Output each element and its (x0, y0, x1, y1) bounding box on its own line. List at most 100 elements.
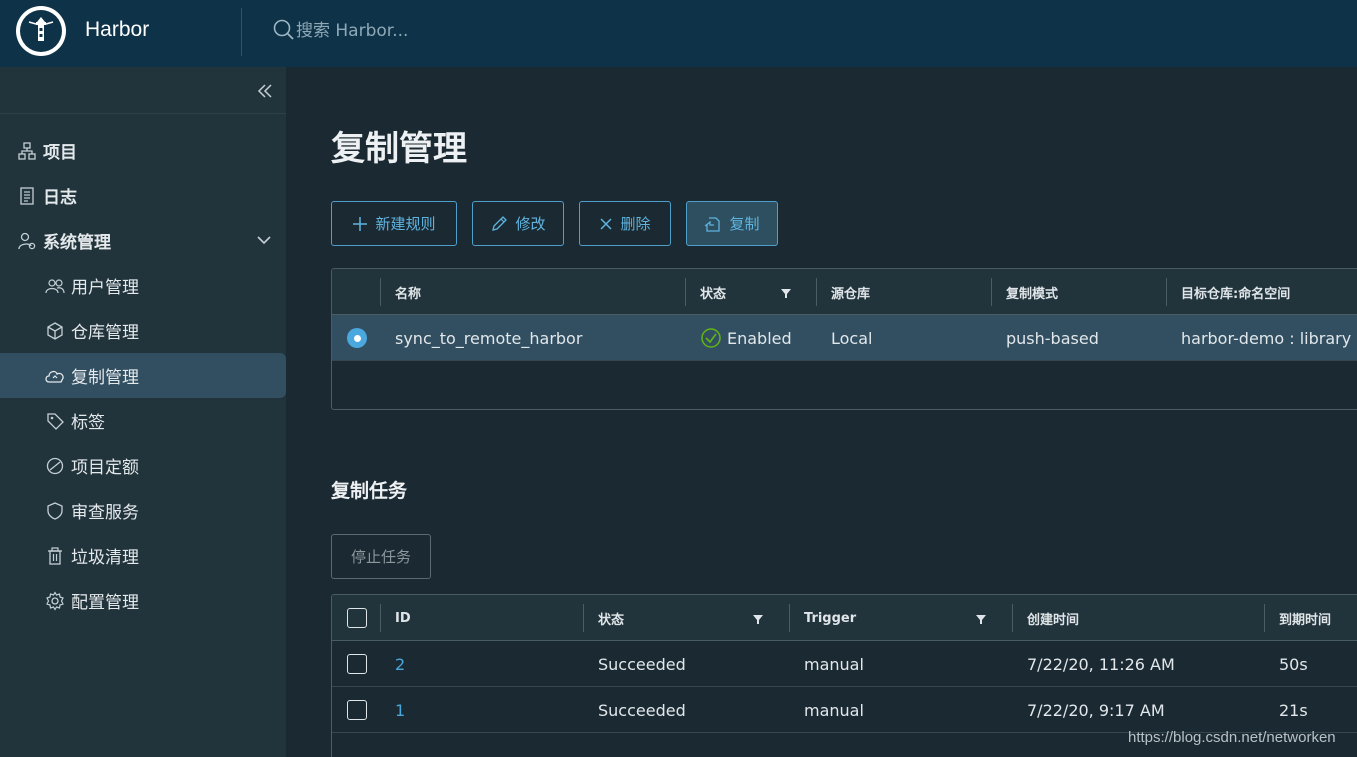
status-label: Enabled (727, 328, 792, 348)
column-header-trigger[interactable]: Trigger (804, 595, 856, 641)
rule-mode: push-based (1006, 328, 1099, 348)
harbor-logo[interactable] (16, 6, 66, 56)
column-header-target[interactable]: 目标仓库:命名空间 (1181, 269, 1290, 315)
column-header-source[interactable]: 源仓库 (831, 269, 870, 315)
replicate-label: 复制 (729, 215, 760, 233)
project-icon (16, 140, 38, 162)
edit-button[interactable]: 修改 (472, 201, 564, 246)
close-icon (600, 217, 613, 230)
column-header-created[interactable]: 创建时间 (1027, 595, 1079, 641)
sidebar-item-label: 配置管理 (71, 593, 139, 613)
filter-icon[interactable] (975, 613, 987, 625)
sidebar-item-label: 日志 (43, 188, 77, 208)
filter-icon[interactable] (752, 613, 764, 625)
tag-icon (44, 410, 66, 432)
task-created: 7/22/20, 9:17 AM (1027, 700, 1165, 720)
task-trigger: manual (804, 700, 864, 720)
sidebar-item-label: 审查服务 (71, 503, 139, 523)
task-id-link[interactable]: 2 (395, 641, 405, 687)
sidebar-item-configuration[interactable]: 配置管理 (0, 578, 286, 623)
table-row[interactable]: 1 Succeeded manual 7/22/20, 9:17 AM 21s (332, 687, 1357, 733)
chevron-down-icon (257, 236, 271, 245)
task-status: Succeeded (598, 700, 686, 720)
column-header-status[interactable]: 状态 (598, 595, 624, 641)
tasks-section-title: 复制任务 (331, 480, 408, 502)
new-rule-label: 新建规则 (375, 215, 436, 233)
sidebar-item-label: 仓库管理 (71, 323, 139, 343)
row-checkbox[interactable] (347, 654, 367, 674)
log-icon (16, 185, 38, 207)
sidebar-item-users[interactable]: 用户管理 (0, 263, 286, 308)
sidebar-item-label: 垃圾清理 (71, 548, 139, 568)
delete-label: 删除 (620, 215, 651, 233)
page-title: 复制管理 (331, 129, 467, 169)
column-header-id[interactable]: ID (395, 595, 411, 641)
column-header-duration[interactable]: 到期时间 (1279, 595, 1331, 641)
row-select-radio[interactable] (347, 328, 367, 348)
sidebar-item-label: 复制管理 (71, 368, 139, 388)
check-circle-icon (701, 328, 721, 348)
watermark-text: https://blog.csdn.net/networken (1128, 729, 1336, 746)
registry-icon (44, 320, 66, 342)
task-status: Succeeded (598, 654, 686, 674)
sidebar-item-system-admin[interactable]: 系统管理 (0, 218, 286, 263)
task-id-link[interactable]: 1 (395, 687, 405, 733)
admin-icon (16, 230, 38, 252)
edit-label: 修改 (515, 215, 546, 233)
rule-status: Enabled (700, 315, 792, 361)
replication-rules-table: 名称 状态 源仓库 复制模式 目标仓库:命名空间 sync_to_remote_… (331, 268, 1357, 410)
sidebar-item-label: 用户管理 (71, 278, 139, 298)
task-trigger: manual (804, 654, 864, 674)
trash-icon (44, 545, 66, 567)
sidebar-item-registries[interactable]: 仓库管理 (0, 308, 286, 353)
sidebar-item-scanners[interactable]: 审查服务 (0, 488, 286, 533)
delete-button[interactable]: 删除 (579, 201, 671, 246)
table-row[interactable]: 2 Succeeded manual 7/22/20, 11:26 AM 50s (332, 641, 1357, 687)
sidebar-item-label: 项目定额 (71, 458, 139, 478)
sidebar-item-label: 项目 (43, 143, 77, 163)
search-input[interactable] (296, 17, 696, 45)
cloud-icon (44, 365, 66, 387)
shield-icon (44, 500, 66, 522)
table-header: 名称 状态 源仓库 复制模式 目标仓库:命名空间 (332, 269, 1357, 315)
filter-icon[interactable] (780, 287, 792, 299)
column-header-name[interactable]: 名称 (395, 269, 421, 315)
search-icon (272, 18, 296, 46)
replicate-button[interactable]: 复制 (686, 201, 778, 246)
quota-icon (44, 455, 66, 477)
header-divider (241, 8, 242, 56)
sidebar-item-label: 系统管理 (43, 233, 111, 253)
stop-task-button[interactable]: 停止任务 (331, 534, 431, 579)
sidebar-item-quotas[interactable]: 项目定额 (0, 443, 286, 488)
rule-name: sync_to_remote_harbor (395, 328, 583, 348)
double-chevron-left-icon (257, 84, 272, 98)
users-icon (44, 275, 66, 297)
sidebar-item-labels[interactable]: 标签 (0, 398, 286, 443)
sidebar-item-projects[interactable]: 项目 (0, 128, 286, 173)
task-duration: 50s (1279, 654, 1308, 674)
sidebar-item-garbage-collection[interactable]: 垃圾清理 (0, 533, 286, 578)
collapse-sidebar-button[interactable] (252, 79, 278, 103)
rule-target: harbor-demo : library (1181, 328, 1352, 348)
pencil-icon (492, 215, 508, 231)
new-rule-button[interactable]: 新建规则 (331, 201, 457, 246)
task-duration: 21s (1279, 700, 1308, 720)
top-header: Harbor (0, 0, 1357, 67)
gear-icon (44, 590, 66, 612)
rule-source: Local (831, 328, 873, 348)
select-all-checkbox[interactable] (347, 608, 367, 628)
table-header: ID 状态 Trigger 创建时间 到期时间 (332, 595, 1357, 641)
column-header-status[interactable]: 状态 (700, 269, 726, 315)
plus-icon (353, 216, 368, 231)
sidebar-divider (0, 113, 286, 114)
sidebar: 项目 日志 系统管理 用户管理 仓库管理 复制管理 标签 项目定额 审查服务 垃… (0, 67, 286, 757)
column-header-mode[interactable]: 复制模式 (1006, 269, 1058, 315)
sidebar-item-replications[interactable]: 复制管理 (0, 353, 286, 398)
sidebar-item-logs[interactable]: 日志 (0, 173, 286, 218)
table-row[interactable]: sync_to_remote_harbor Enabled Local push… (332, 315, 1357, 361)
sidebar-item-label: 标签 (71, 413, 105, 433)
row-checkbox[interactable] (347, 700, 367, 720)
brand-name: Harbor (85, 18, 150, 41)
task-created: 7/22/20, 11:26 AM (1027, 654, 1175, 674)
export-icon (705, 216, 721, 232)
